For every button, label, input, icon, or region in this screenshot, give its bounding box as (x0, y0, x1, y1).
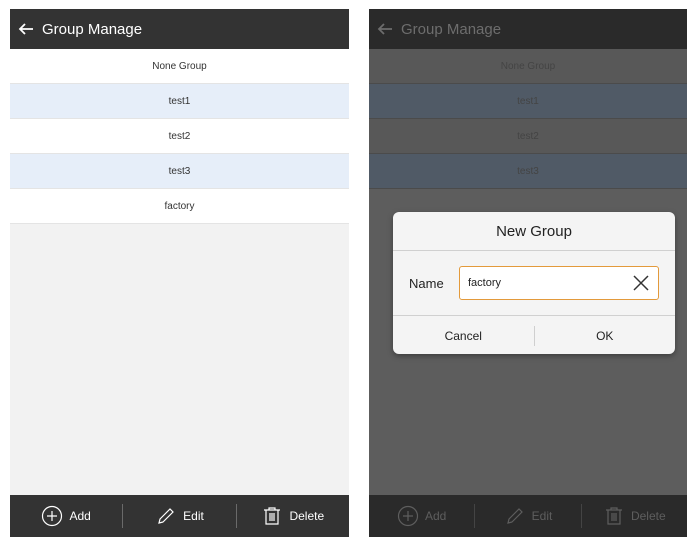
group-name: test3 (517, 165, 539, 177)
page-title: Group Manage (401, 20, 502, 38)
edit-label: Edit (531, 509, 553, 523)
list-item[interactable]: test2 (10, 119, 349, 154)
name-label: Name (409, 275, 444, 291)
list-item[interactable]: test1 (369, 84, 687, 119)
back-button[interactable] (375, 19, 395, 39)
arrow-left-icon (18, 23, 33, 35)
group-name-input[interactable]: factory (459, 266, 659, 300)
delete-label: Delete (289, 509, 325, 523)
group-manage-screen-with-dialog: Group Manage None Group test1 test2 test… (369, 9, 687, 537)
trash-icon (264, 507, 281, 525)
empty-area (10, 224, 349, 495)
list-item[interactable]: None Group (369, 49, 687, 84)
edit-label: Edit (183, 509, 204, 523)
back-button[interactable] (16, 19, 36, 39)
delete-label: Delete (630, 509, 666, 523)
pencil-icon (506, 508, 523, 524)
group-name: test2 (517, 130, 539, 142)
cancel-button[interactable]: Cancel (393, 329, 534, 343)
list-item[interactable]: factory (10, 189, 349, 224)
delete-button[interactable]: Delete (582, 505, 687, 527)
list-item[interactable]: test3 (10, 154, 349, 189)
group-name: None Group (152, 60, 207, 72)
edit-button[interactable]: Edit (475, 505, 580, 527)
add-button[interactable]: Add (369, 505, 474, 527)
delete-button[interactable]: Delete (237, 505, 349, 527)
group-list: None Group test1 test2 test3 (369, 49, 687, 189)
dialog-actions: Cancel OK (393, 316, 675, 355)
add-button[interactable]: Add (10, 505, 122, 527)
trash-icon (605, 507, 622, 525)
group-name: test3 (168, 165, 191, 177)
edit-button[interactable]: Edit (123, 505, 235, 527)
new-group-dialog: New Group Name factory Cancel OK (393, 212, 675, 354)
app-bar: Group Manage (369, 9, 687, 49)
bottom-toolbar: Add Edit Delete (369, 495, 687, 537)
page-title: Group Manage (42, 20, 143, 38)
group-name: test2 (168, 130, 191, 142)
plus-circle-icon (397, 505, 419, 527)
add-label: Add (424, 509, 447, 523)
pencil-icon (158, 508, 174, 524)
dialog-title: New Group (393, 212, 675, 251)
ok-button[interactable]: OK (535, 329, 676, 343)
list-item[interactable]: None Group (10, 49, 349, 84)
group-list: None Group test1 test2 test3 factory (10, 49, 349, 224)
plus-circle-icon (42, 505, 63, 527)
list-item[interactable]: test2 (369, 119, 687, 154)
app-bar: Group Manage (10, 9, 349, 49)
group-name: None Group (500, 60, 556, 72)
group-name: test1 (517, 95, 539, 107)
input-value: factory (468, 277, 502, 289)
group-manage-screen: Group Manage None Group test1 test2 test… (10, 9, 349, 537)
close-icon[interactable] (632, 274, 650, 292)
arrow-left-icon (377, 23, 392, 35)
group-name: test1 (168, 95, 191, 107)
dialog-body: Name factory (393, 251, 675, 316)
group-name: factory (164, 200, 195, 212)
list-item[interactable]: test1 (10, 84, 349, 119)
bottom-toolbar: Add Edit Delete (10, 495, 349, 537)
list-item[interactable]: test3 (369, 154, 687, 189)
add-label: Add (69, 509, 91, 523)
